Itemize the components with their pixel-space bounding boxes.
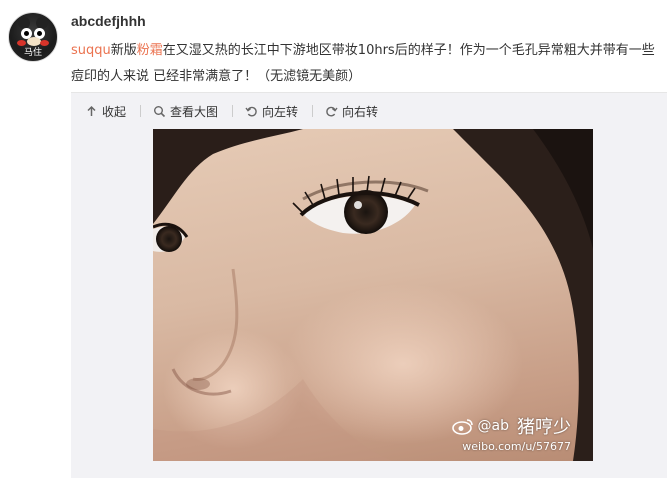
rotate-right-label: 向右转 — [342, 104, 379, 119]
post-text: suqqu新版粉霜在又湿又热的长江中下游地区带妆10hrs后的样子！作为一个毛孔… — [71, 38, 661, 90]
watermark-user: @ab — [477, 418, 509, 434]
rotate-left-icon — [245, 106, 257, 116]
watermark: @ab 猪哼少 weibo.com/u/57677 — [451, 413, 571, 453]
watermark-url: weibo.com/u/57677 — [462, 440, 571, 453]
topic-link-suqqu[interactable]: suqqu — [71, 43, 111, 58]
topic-link-foundation[interactable]: 粉霜 — [137, 43, 163, 58]
toolbar-divider — [140, 105, 142, 117]
toolbar-divider — [312, 105, 314, 117]
toolbar-divider — [232, 105, 234, 117]
username-link[interactable]: abcdefjhhh — [71, 13, 146, 29]
view-large-label: 查看大图 — [170, 104, 219, 119]
post-photo[interactable]: @ab 猪哼少 weibo.com/u/57677 — [153, 129, 593, 461]
media-toolbar: 收起 查看大图 向左转 向右转 — [85, 102, 392, 120]
rotate-right-button[interactable]: 向右转 — [325, 103, 378, 120]
magnifier-icon — [154, 105, 166, 117]
avatar-ear — [18, 17, 30, 29]
avatar-caption: 马住 — [23, 48, 42, 58]
weibo-logo-icon — [451, 419, 473, 435]
watermark-brand: 猪哼少 — [517, 417, 571, 438]
collapse-label: 收起 — [102, 104, 127, 119]
up-arrow-icon — [87, 105, 96, 116]
post-text-segment: 新版 — [110, 43, 137, 58]
avatar[interactable]: 马住 — [8, 12, 58, 62]
media-expanded-panel: 收起 查看大图 向左转 向右转 @ab 猪哼少 weibo.com/u/5767… — [71, 92, 667, 478]
rotate-right-icon — [326, 106, 338, 116]
face-closeup-illustration — [153, 129, 593, 461]
view-large-button[interactable]: 查看大图 — [153, 103, 218, 120]
collapse-button[interactable]: 收起 — [85, 103, 126, 120]
watermark-top: @ab 猪哼少 — [451, 413, 571, 439]
rotate-left-button[interactable]: 向左转 — [245, 103, 298, 120]
rotate-left-label: 向左转 — [262, 104, 299, 119]
